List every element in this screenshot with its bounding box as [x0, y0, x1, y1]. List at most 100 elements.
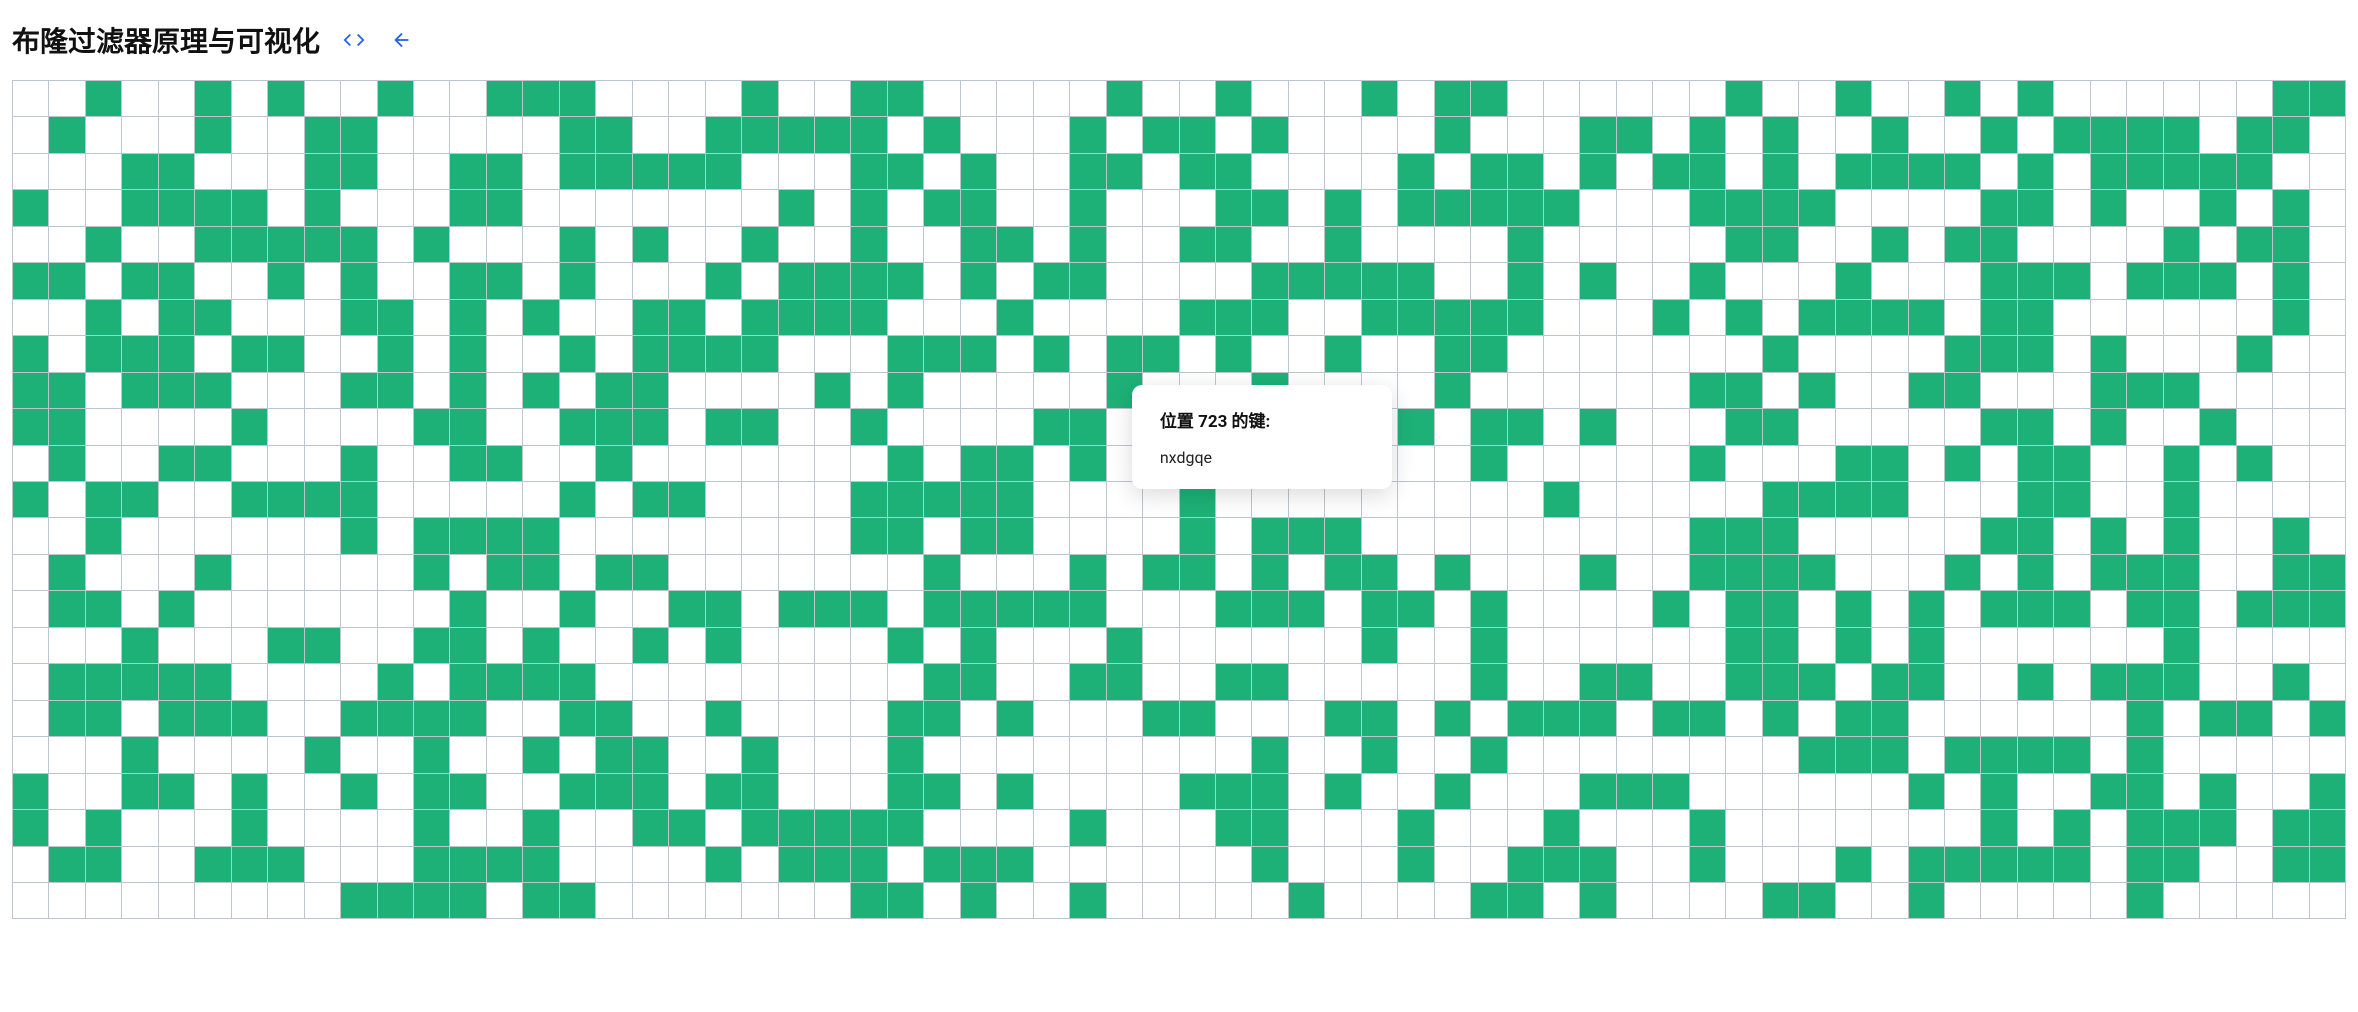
grid-cell[interactable] — [2018, 774, 2053, 809]
grid-cell[interactable] — [1945, 701, 1980, 736]
grid-cell[interactable] — [1690, 154, 1725, 189]
grid-cell[interactable] — [1617, 482, 1652, 517]
grid-cell[interactable] — [49, 373, 84, 408]
grid-cell[interactable] — [997, 555, 1032, 590]
grid-cell[interactable] — [1471, 555, 1506, 590]
grid-cell[interactable] — [1981, 664, 2016, 699]
grid-cell[interactable] — [1435, 373, 1470, 408]
grid-cell[interactable] — [1690, 336, 1725, 371]
grid-cell[interactable] — [1690, 190, 1725, 225]
grid-cell[interactable] — [706, 446, 741, 481]
grid-cell[interactable] — [1289, 190, 1324, 225]
grid-cell[interactable] — [596, 737, 631, 772]
grid-cell[interactable] — [1398, 336, 1433, 371]
grid-cell[interactable] — [1872, 300, 1907, 335]
grid-cell[interactable] — [1580, 810, 1615, 845]
grid-cell[interactable] — [1872, 81, 1907, 116]
grid-cell[interactable] — [924, 227, 959, 262]
grid-cell[interactable] — [1909, 628, 1944, 663]
grid-cell[interactable] — [268, 737, 303, 772]
grid-cell[interactable] — [961, 300, 996, 335]
grid-cell[interactable] — [742, 482, 777, 517]
grid-cell[interactable] — [2310, 883, 2345, 918]
grid-cell[interactable] — [1325, 628, 1360, 663]
grid-cell[interactable] — [1909, 482, 1944, 517]
grid-cell[interactable] — [1471, 336, 1506, 371]
grid-cell[interactable] — [2127, 555, 2162, 590]
grid-cell[interactable] — [1872, 774, 1907, 809]
grid-cell[interactable] — [706, 591, 741, 626]
grid-cell[interactable] — [1362, 847, 1397, 882]
grid-cell[interactable] — [159, 154, 194, 189]
grid-cell[interactable] — [1981, 446, 2016, 481]
grid-cell[interactable] — [1653, 628, 1688, 663]
grid-cell[interactable] — [378, 774, 413, 809]
grid-cell[interactable] — [159, 482, 194, 517]
grid-cell[interactable] — [1034, 336, 1069, 371]
grid-cell[interactable] — [1325, 883, 1360, 918]
grid-cell[interactable] — [560, 701, 595, 736]
grid-cell[interactable] — [1289, 518, 1324, 553]
grid-cell[interactable] — [1362, 664, 1397, 699]
grid-cell[interactable] — [1617, 591, 1652, 626]
grid-cell[interactable] — [450, 664, 485, 699]
grid-cell[interactable] — [13, 117, 48, 152]
grid-cell[interactable] — [1836, 810, 1871, 845]
grid-cell[interactable] — [2018, 336, 2053, 371]
grid-cell[interactable] — [851, 154, 886, 189]
grid-cell[interactable] — [1216, 190, 1251, 225]
grid-cell[interactable] — [596, 263, 631, 298]
grid-cell[interactable] — [341, 81, 376, 116]
grid-cell[interactable] — [1362, 555, 1397, 590]
grid-cell[interactable] — [633, 263, 668, 298]
grid-cell[interactable] — [1325, 810, 1360, 845]
grid-cell[interactable] — [961, 154, 996, 189]
grid-cell[interactable] — [305, 263, 340, 298]
grid-cell[interactable] — [1945, 373, 1980, 408]
grid-cell[interactable] — [2200, 591, 2235, 626]
grid-cell[interactable] — [669, 227, 704, 262]
grid-cell[interactable] — [122, 373, 157, 408]
grid-cell[interactable] — [523, 154, 558, 189]
grid-cell[interactable] — [815, 154, 850, 189]
grid-cell[interactable] — [1070, 446, 1105, 481]
grid-cell[interactable] — [1325, 117, 1360, 152]
grid-cell[interactable] — [2310, 263, 2345, 298]
grid-cell[interactable] — [669, 409, 704, 444]
grid-cell[interactable] — [2054, 810, 2089, 845]
grid-cell[interactable] — [450, 446, 485, 481]
grid-cell[interactable] — [815, 300, 850, 335]
grid-cell[interactable] — [523, 190, 558, 225]
grid-cell[interactable] — [1945, 737, 1980, 772]
grid-cell[interactable] — [13, 154, 48, 189]
grid-cell[interactable] — [1799, 227, 1834, 262]
grid-cell[interactable] — [1909, 154, 1944, 189]
grid-cell[interactable] — [1107, 336, 1142, 371]
grid-cell[interactable] — [997, 518, 1032, 553]
grid-cell[interactable] — [1289, 227, 1324, 262]
grid-cell[interactable] — [961, 591, 996, 626]
grid-cell[interactable] — [1836, 300, 1871, 335]
grid-cell[interactable] — [1726, 409, 1761, 444]
grid-cell[interactable] — [1653, 701, 1688, 736]
grid-cell[interactable] — [1763, 774, 1798, 809]
grid-cell[interactable] — [1544, 154, 1579, 189]
grid-cell[interactable] — [1981, 373, 2016, 408]
grid-cell[interactable] — [1471, 774, 1506, 809]
grid-cell[interactable] — [1872, 227, 1907, 262]
grid-cell[interactable] — [86, 227, 121, 262]
grid-cell[interactable] — [2127, 482, 2162, 517]
grid-cell[interactable] — [1653, 81, 1688, 116]
grid-cell[interactable] — [2310, 555, 2345, 590]
grid-cell[interactable] — [523, 774, 558, 809]
grid-cell[interactable] — [450, 701, 485, 736]
grid-cell[interactable] — [1216, 227, 1251, 262]
grid-cell[interactable] — [997, 154, 1032, 189]
grid-cell[interactable] — [1544, 847, 1579, 882]
grid-cell[interactable] — [1872, 336, 1907, 371]
grid-cell[interactable] — [560, 628, 595, 663]
grid-cell[interactable] — [779, 373, 814, 408]
grid-cell[interactable] — [159, 555, 194, 590]
grid-cell[interactable] — [1107, 555, 1142, 590]
grid-cell[interactable] — [159, 628, 194, 663]
